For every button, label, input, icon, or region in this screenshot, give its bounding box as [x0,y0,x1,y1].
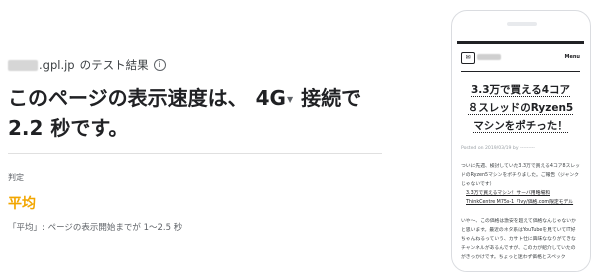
result-title-text: のテスト結果 [79,58,149,72]
preview-site-header: ✉ Menu [461,52,580,66]
verdict-value: 平均 [8,196,36,212]
site-logo-icon: ✉ [461,52,475,64]
redacted-domain [8,59,38,71]
post-title-line: 3.3万で買える4コア [470,84,571,97]
preview-paragraph: いや〜、この価格は激安を超えて価格なんじゃないかと思います。最近のネタ系はYou… [461,219,576,260]
preview-paragraph: ついに先週、検討していた3.3万で買える4コア8スレッドのRyzen5マシンをポ… [461,164,580,187]
result-panel: .gpl.jp のテスト結果 i このページの表示速度は、 4G▼ 接続で 2.2 … [0,0,400,278]
phone-speaker [507,22,537,26]
network-selector[interactable]: 4G▼ [256,84,294,114]
post-title-line: マシンをポチった！ [473,120,568,133]
divider [8,153,382,154]
preview-header-divider [461,71,580,72]
result-title: .gpl.jp のテスト結果 i [8,57,166,73]
verdict-label: 判定 [8,173,24,182]
network-label: 4G [255,86,286,110]
preview-topbar [457,41,584,44]
redacted-site-name [477,54,501,60]
preview-screen: ✉ Menu 3.3万で買える4コア ８スレッドのRyzen5 マシンをポチった… [457,41,584,271]
preview-link: 3.3万で買えるマシン！サーバ用略場和 ThinkCentre M75s-1「I… [466,191,574,205]
domain-suffix: .gpl.jp [39,58,75,72]
preview-menu-label: Menu [564,54,581,60]
chevron-down-icon: ▼ [286,95,294,104]
post-title-line: ８スレッドのRyzen5 [467,102,574,115]
verdict-description: 「平均」: ページの表示開始までが 1〜2.5 秒 [8,223,183,233]
mobile-preview: ✉ Menu 3.3万で買える4コア ８スレッドのRyzen5 マシンをポチった… [451,10,591,272]
speed-headline: このページの表示速度は、 4G▼ 接続で 2.2 秒です。 [8,84,388,143]
preview-post-title: 3.3万で買える4コア ８スレッドのRyzen5 マシンをポチった！ [461,81,580,135]
headline-before: このページの表示速度は、 [8,86,248,110]
preview-post-meta: Posted on 2019/03/19 by --------- [461,146,535,151]
info-icon[interactable]: i [153,59,166,71]
